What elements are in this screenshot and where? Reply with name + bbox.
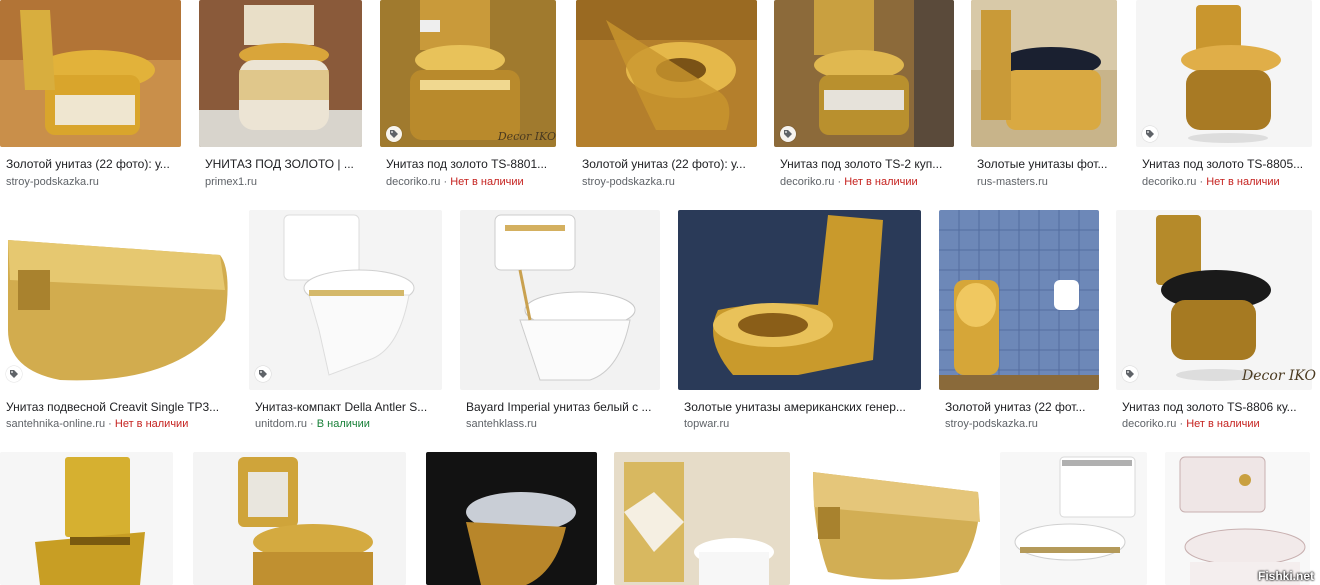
result-card[interactable]	[1165, 452, 1320, 585]
result-card[interactable]: Золотой унитаз (22 фот... stroy-podskazk…	[939, 210, 1109, 440]
thumbnail[interactable]	[426, 452, 597, 585]
result-title[interactable]: Унитаз под золото TS-8801...	[386, 157, 560, 171]
result-card[interactable]	[1000, 452, 1150, 585]
watermark-text: Fishki.net	[1257, 569, 1314, 583]
result-source: decoriko.ru · Нет в наличии	[780, 176, 918, 188]
result-card[interactable]: Decor IKO Унитаз под золото TS-8806 ку..…	[1116, 210, 1320, 440]
result-card[interactable]: Bayard Imperial унитаз белый с ... sante…	[460, 210, 665, 440]
result-card[interactable]: Золотой унитаз (22 фото): у... stroy-pod…	[0, 0, 185, 200]
watermark-logo: Decor IKO	[497, 130, 556, 143]
result-title[interactable]: Золотой унитаз (22 фот...	[945, 400, 1109, 414]
result-card[interactable]	[808, 452, 986, 585]
product-tag-icon	[386, 126, 402, 142]
result-source: topwar.ru	[684, 418, 730, 430]
result-title[interactable]: Унитаз подвесной Creavit Single TP3...	[6, 400, 240, 414]
thumbnail[interactable]	[1136, 0, 1312, 147]
thumbnail[interactable]	[249, 210, 442, 390]
result-source: decoriko.ru · Нет в наличии	[1122, 418, 1260, 430]
result-source: decoriko.ru · Нет в наличии	[386, 176, 524, 188]
stock-status: В наличии	[316, 418, 370, 430]
result-source: primex1.ru	[205, 176, 257, 188]
result-card[interactable]: Decor IKO Унитаз под золото TS-8801... d…	[380, 0, 560, 200]
result-title[interactable]: Bayard Imperial унитаз белый с ...	[466, 400, 665, 414]
result-card[interactable]: Золотые унитазы фот... rus-masters.ru	[971, 0, 1131, 200]
thumbnail[interactable]	[1000, 452, 1147, 585]
result-source: stroy-podskazka.ru	[945, 418, 1038, 430]
result-source: stroy-podskazka.ru	[6, 176, 99, 188]
result-card[interactable]: Унитаз-компакт Della Antler S... unitdom…	[249, 210, 449, 440]
thumbnail[interactable]	[0, 210, 232, 390]
result-source: rus-masters.ru	[977, 176, 1048, 188]
product-tag-icon	[255, 366, 271, 382]
result-card[interactable]: Унитаз под золото TS-8805... decoriko.ru…	[1136, 0, 1320, 200]
result-source: stroy-podskazka.ru	[582, 176, 675, 188]
thumbnail[interactable]	[193, 452, 406, 585]
product-tag-icon	[1122, 366, 1138, 382]
thumbnail[interactable]	[808, 452, 984, 585]
stock-status: Нет в наличии	[844, 176, 918, 188]
result-source: santehklass.ru	[466, 418, 537, 430]
result-title[interactable]: Унитаз под золото TS-8805...	[1142, 157, 1320, 171]
stock-status: Нет в наличии	[1206, 176, 1280, 188]
result-source: decoriko.ru · Нет в наличии	[1142, 176, 1280, 188]
result-card[interactable]	[426, 452, 598, 585]
result-title[interactable]: Золотой унитаз (22 фото): у...	[6, 157, 185, 171]
result-title[interactable]: Унитаз-компакт Della Antler S...	[255, 400, 449, 414]
thumbnail[interactable]	[774, 0, 954, 147]
product-tag-icon	[780, 126, 796, 142]
result-title[interactable]: Золотые унитазы фот...	[977, 157, 1131, 171]
stock-status: Нет в наличии	[1186, 418, 1260, 430]
thumbnail[interactable]	[199, 0, 362, 147]
image-results-grid: Золотой унитаз (22 фото): у... stroy-pod…	[0, 0, 1320, 585]
result-card[interactable]	[193, 452, 408, 585]
result-card[interactable]: Золотой унитаз (22 фото): у... stroy-pod…	[576, 0, 761, 200]
result-card[interactable]: Унитаз подвесной Creavit Single TP3... s…	[0, 210, 240, 440]
result-card[interactable]: УНИТАЗ ПОД ЗОЛОТО | ... primex1.ru	[199, 0, 374, 200]
result-card[interactable]: Унитаз под золото TS-2 куп... decoriko.r…	[774, 0, 964, 200]
thumbnail[interactable]	[460, 210, 660, 390]
result-title[interactable]: Золотые унитазы американских генер...	[684, 400, 928, 414]
product-tag-icon	[6, 366, 22, 382]
thumbnail[interactable]	[971, 0, 1117, 147]
result-source: unitdom.ru · В наличии	[255, 418, 370, 430]
result-card[interactable]: Золотые унитазы американских генер... to…	[678, 210, 928, 440]
thumbnail[interactable]	[1116, 210, 1312, 390]
thumbnail[interactable]	[678, 210, 921, 390]
watermark-logo: Decor IKO	[1241, 368, 1316, 384]
stock-status: Нет в наличии	[450, 176, 524, 188]
thumbnail[interactable]	[0, 0, 181, 147]
thumbnail[interactable]	[380, 0, 556, 147]
thumbnail[interactable]	[939, 210, 1099, 390]
result-title[interactable]: Золотой унитаз (22 фото): у...	[582, 157, 761, 171]
thumbnail[interactable]	[614, 452, 790, 585]
stock-status: Нет в наличии	[114, 418, 189, 430]
thumbnail[interactable]	[1165, 452, 1310, 585]
result-title[interactable]: Унитаз под золото TS-2 куп...	[780, 157, 964, 171]
thumbnail[interactable]	[576, 0, 757, 147]
result-title[interactable]: УНИТАЗ ПОД ЗОЛОТО | ...	[205, 157, 374, 171]
product-tag-icon	[1142, 126, 1158, 142]
result-title[interactable]: Унитаз под золото TS-8806 ку...	[1122, 400, 1320, 414]
result-source: santehnika-online.ru · Нет в наличии	[6, 418, 189, 430]
result-card[interactable]	[614, 452, 794, 585]
thumbnail[interactable]	[0, 452, 173, 585]
result-card[interactable]	[0, 452, 176, 585]
